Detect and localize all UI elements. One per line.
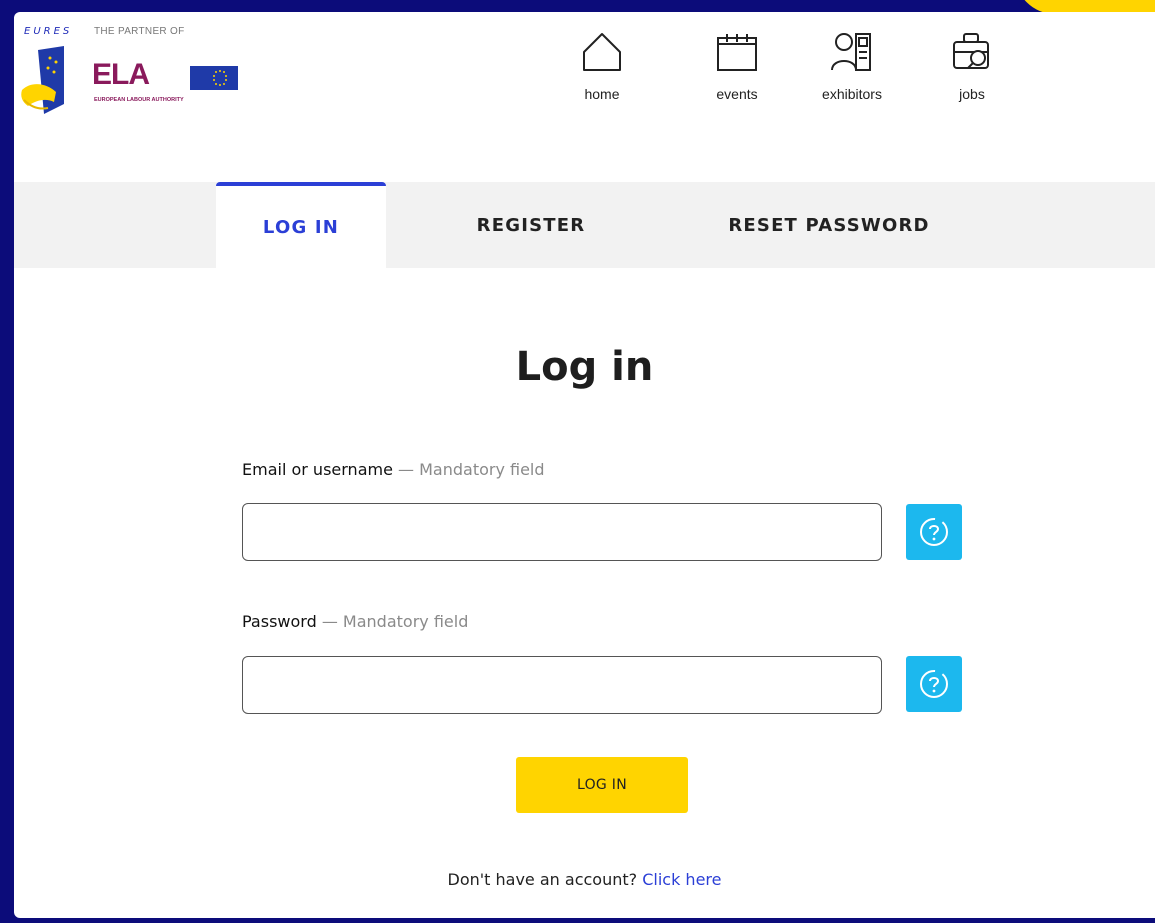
password-label-text: Password (242, 612, 317, 631)
email-mandatory-note: — Mandatory field (398, 460, 545, 479)
tab-reset-password[interactable]: RESET PASSWORD (704, 182, 954, 268)
email-label: Email or username — Mandatory field (242, 460, 545, 479)
nav-label-exhibitors: exhibitors (822, 86, 882, 102)
page-title: Log in (515, 344, 654, 390)
exhibitor-icon (831, 33, 871, 71)
tab-log-in[interactable]: LOG IN (216, 182, 386, 268)
nav-item-jobs[interactable]: jobs (932, 30, 1012, 130)
briefcase-search-icon (953, 33, 989, 69)
password-mandatory-note: — Mandatory field (321, 612, 469, 631)
home-icon (583, 33, 621, 71)
tab-register[interactable]: REGISTER (446, 182, 616, 268)
signup-prompt-text: Don't have an account? (447, 870, 638, 889)
email-help-button[interactable] (906, 504, 962, 560)
eu-flag-icon (190, 66, 238, 90)
nav-item-exhibitors[interactable]: exhibitors (802, 30, 902, 130)
app-frame: EURES THE PARTNER OF ELA EUROPEAN LABOUR… (0, 0, 1155, 923)
nav-label-jobs: jobs (959, 86, 985, 102)
password-field[interactable] (242, 656, 882, 714)
nav-item-events[interactable]: events (692, 30, 782, 130)
main-panel: EURES THE PARTNER OF ELA EUROPEAN LABOUR… (14, 12, 1155, 918)
calendar-icon (717, 34, 757, 71)
nav-label-home: home (584, 86, 620, 102)
email-label-text: Email or username (242, 460, 393, 479)
auth-tabs: LOG IN REGISTER RESET PASSWORD (14, 182, 1155, 268)
top-nav: home events exhibitors jobs (562, 30, 1012, 130)
header: EURES THE PARTNER OF ELA EUROPEAN LABOUR… (14, 12, 1155, 182)
nav-label-events: events (716, 86, 758, 102)
nav-item-home[interactable]: home (562, 30, 642, 130)
email-field[interactable] (242, 503, 882, 561)
signup-prompt: Don't have an account? Click here (14, 870, 1155, 889)
signup-link[interactable]: Click here (642, 870, 721, 889)
password-label: Password — Mandatory field (242, 612, 468, 631)
password-help-button[interactable] (906, 656, 962, 712)
ela-logo-text: ELA (92, 58, 150, 91)
eures-logo-text: EURES (24, 26, 73, 37)
log-in-button[interactable]: LOG IN (516, 757, 688, 813)
eures-logo-icon (21, 46, 64, 114)
ela-full-name: EUROPEAN LABOUR AUTHORITY (94, 97, 184, 103)
partner-label: THE PARTNER OF (94, 26, 185, 37)
help-icon (920, 670, 948, 698)
help-icon (920, 518, 948, 546)
